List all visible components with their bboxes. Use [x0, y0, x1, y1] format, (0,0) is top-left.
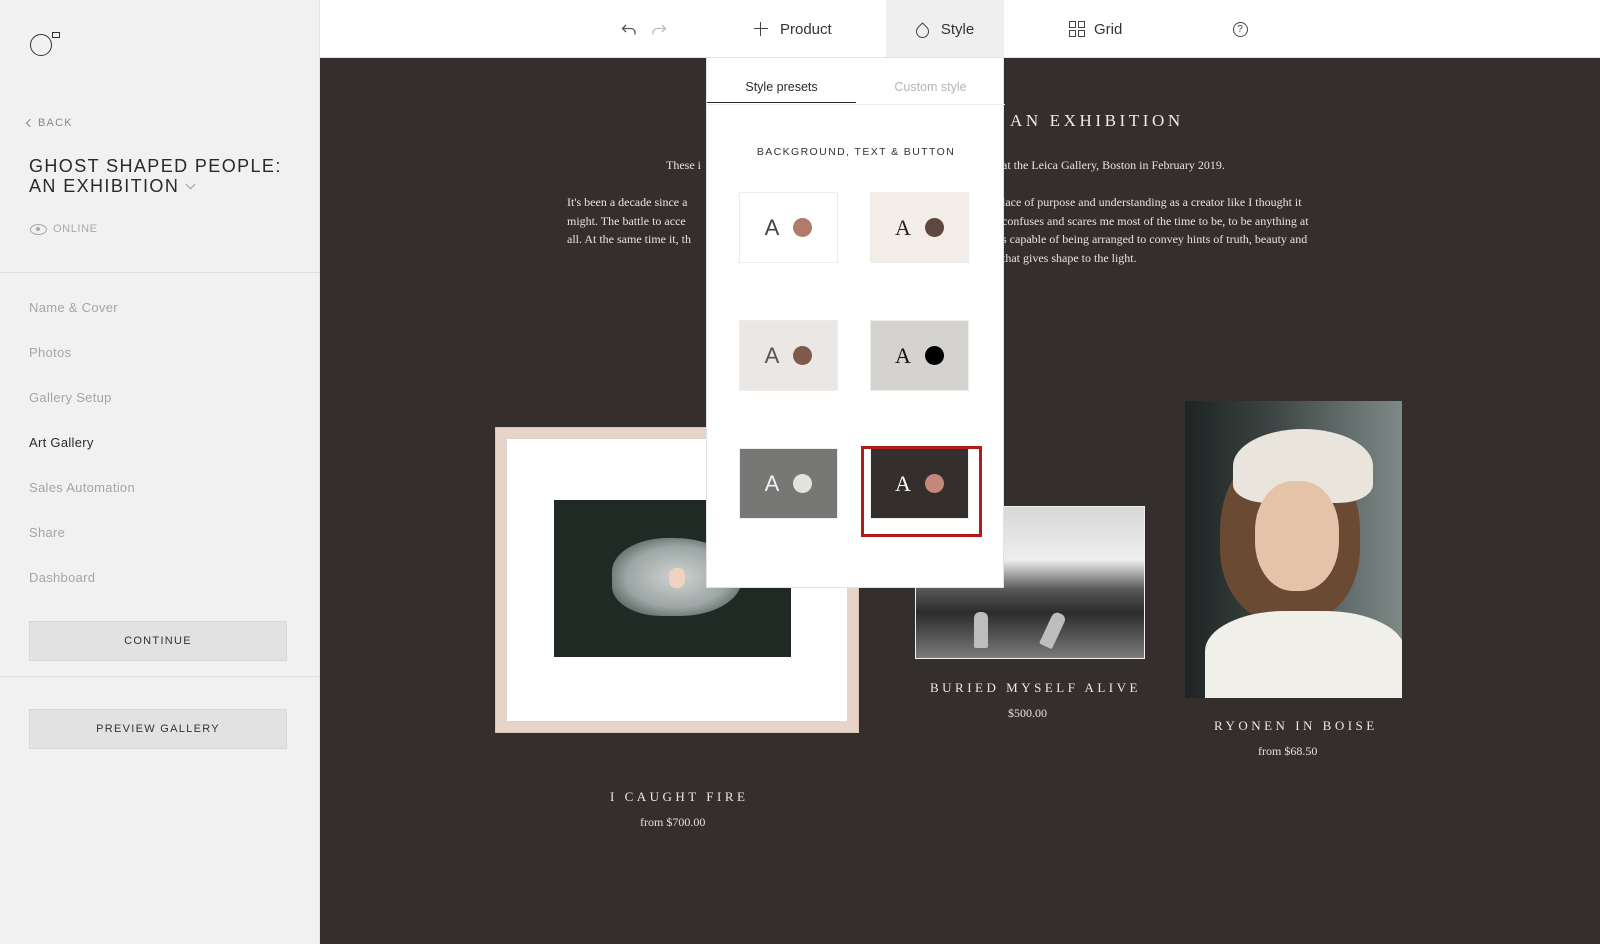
style-label: Style	[940, 20, 975, 38]
selected-preset-highlight	[861, 446, 982, 537]
tab-divider	[707, 104, 1005, 105]
body-line: that gives shape to the light.	[1002, 250, 1137, 265]
redo-button[interactable]	[645, 0, 673, 58]
divider	[0, 272, 320, 273]
chevron-down-icon[interactable]	[185, 179, 196, 190]
intro-text-left: These i	[666, 158, 701, 172]
top-toolbar: Product Style Grid ?	[320, 0, 1600, 58]
preview-gallery-button[interactable]: PREVIEW GALLERY	[29, 709, 287, 749]
sidebar-item-art-gallery[interactable]: Art Gallery	[29, 435, 135, 480]
body-line: all. At the same time it, th	[567, 232, 691, 246]
droplet-icon	[913, 21, 932, 41]
intro-text-right: at the Leica Gallery, Boston in February…	[1002, 158, 1225, 172]
body-line: s capable of being arranged to convey hi…	[1002, 232, 1308, 246]
status-label: ONLINE	[53, 223, 98, 235]
tab-style-presets[interactable]: Style presets	[707, 80, 856, 103]
tab-custom-style[interactable]: Custom style	[856, 80, 1005, 103]
redo-icon	[652, 24, 667, 35]
body-text-right: lace of purpose and understanding as a c…	[1002, 193, 1309, 267]
gallery-status[interactable]: ONLINE	[30, 223, 98, 235]
style-preset-light-gray[interactable]: A	[739, 320, 838, 391]
product-label: Product	[780, 20, 832, 38]
style-popover: Style presets Custom style BACKGROUND, T…	[706, 57, 1005, 588]
body-text-left: It's been a decade since a might. The ba…	[567, 193, 691, 249]
preset-letter: A	[764, 342, 780, 368]
section-heading: BACKGROUND, TEXT & BUTTON	[756, 146, 956, 158]
body-line: It's been a decade since a	[567, 195, 688, 209]
sidebar-item-dashboard[interactable]: Dashboard	[29, 570, 135, 615]
logo-icon[interactable]	[30, 30, 64, 58]
body-line: confuses and scares me most of the time …	[1002, 213, 1309, 228]
preset-button-dot	[793, 346, 813, 365]
product-title[interactable]: RYONEN IN BOISE	[1214, 718, 1378, 734]
style-preset-white[interactable]: A	[739, 192, 838, 263]
body-line: lace of purpose and understanding as a c…	[1002, 195, 1302, 209]
undo-button[interactable]	[615, 0, 643, 58]
preset-button-dot	[924, 218, 944, 237]
sidebar-nav: Name & Cover Photos Gallery Setup Art Ga…	[29, 300, 135, 615]
plus-icon	[754, 22, 768, 36]
style-preset-cream[interactable]: A	[870, 192, 969, 263]
preset-button-dot	[924, 346, 944, 365]
preset-letter: A	[895, 214, 911, 240]
product-image[interactable]	[1185, 401, 1402, 698]
product-price: from $68.50	[1258, 744, 1318, 758]
preset-letter: A	[895, 342, 911, 368]
grid-label: Grid	[1094, 20, 1123, 38]
sidebar-item-share[interactable]: Share	[29, 525, 135, 570]
gallery-title-text: GHOST SHAPED PEOPLE: AN EXHIBITION	[29, 156, 282, 196]
product-button[interactable]: Product	[754, 0, 846, 58]
body-line: might. The battle to acce	[567, 213, 686, 228]
sidebar-item-photos[interactable]: Photos	[29, 345, 135, 390]
help-icon: ?	[1232, 21, 1248, 37]
sidebar-item-name-cover[interactable]: Name & Cover	[29, 300, 135, 345]
divider	[0, 676, 320, 677]
eye-icon	[30, 223, 47, 235]
style-preset-gray[interactable]: A	[870, 320, 969, 391]
undo-icon	[621, 24, 636, 35]
sidebar-item-sales-automation[interactable]: Sales Automation	[29, 480, 135, 525]
product-price: from $700.00	[640, 815, 706, 829]
help-button[interactable]: ?	[1230, 0, 1250, 58]
exhibition-heading: AN EXHIBITION	[1010, 111, 1184, 130]
chevron-left-icon	[25, 118, 35, 128]
gallery-title: GHOST SHAPED PEOPLE: AN EXHIBITION	[29, 156, 294, 196]
continue-button[interactable]: CONTINUE	[29, 621, 287, 661]
product-price: $500.00	[1008, 706, 1047, 720]
grid-icon	[1069, 21, 1085, 37]
back-label: BACK	[38, 117, 73, 129]
sidebar-item-gallery-setup[interactable]: Gallery Setup	[29, 390, 135, 435]
sidebar: BACK GHOST SHAPED PEOPLE: AN EXHIBITION …	[0, 0, 320, 944]
grid-button[interactable]: Grid	[1069, 0, 1139, 58]
preset-button-dot	[793, 474, 813, 493]
product-title[interactable]: I CAUGHT FIRE	[610, 789, 748, 805]
preset-letter: A	[764, 214, 780, 240]
style-button[interactable]: Style	[886, 0, 1004, 58]
back-link[interactable]: BACK	[25, 117, 73, 129]
product-title[interactable]: BURIED MYSELF ALIVE	[930, 680, 1141, 696]
preset-button-dot	[793, 218, 813, 237]
style-preset-dark-gray[interactable]: A	[739, 448, 838, 519]
preset-letter: A	[764, 470, 780, 496]
